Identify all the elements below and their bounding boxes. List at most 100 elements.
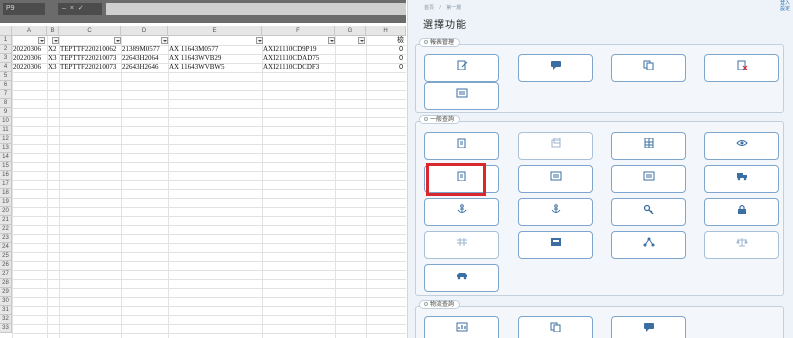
table-cell[interactable]: 0 <box>367 54 403 63</box>
column-header-f[interactable]: F <box>262 26 335 36</box>
row-header[interactable]: 27 <box>0 270 12 279</box>
function-tile[interactable] <box>704 231 779 259</box>
table-cell[interactable]: 0 <box>367 45 403 54</box>
row-header[interactable]: 9 <box>0 108 12 117</box>
row-header[interactable]: 11 <box>0 126 12 135</box>
row-header[interactable]: 1 <box>0 36 12 45</box>
function-tile[interactable] <box>518 165 593 193</box>
row-header[interactable]: 28 <box>0 279 12 288</box>
function-tile[interactable] <box>611 165 686 193</box>
table-cell[interactable]: 22643H2646 <box>122 63 168 72</box>
row-header[interactable]: 8 <box>0 99 12 108</box>
function-tile[interactable] <box>611 132 686 160</box>
function-tile[interactable] <box>704 132 779 160</box>
table-cell[interactable]: X2 <box>48 45 59 54</box>
row-header[interactable]: 3 <box>0 54 12 63</box>
filter-dropdown-icon[interactable] <box>114 37 121 44</box>
row-header[interactable]: 22 <box>0 225 12 234</box>
column-header-e[interactable]: E <box>168 26 262 36</box>
function-tile[interactable] <box>424 316 499 338</box>
table-cell[interactable]: 20220306 <box>13 63 47 72</box>
function-tile[interactable] <box>611 316 686 338</box>
table-cell[interactable]: AX 11643WVBW5 <box>169 63 262 72</box>
table-cell[interactable]: AXI21110CD9P19 <box>263 45 335 54</box>
table-cell[interactable]: TEPTTF220210073 <box>60 63 121 72</box>
function-tile[interactable] <box>611 231 686 259</box>
row-header[interactable]: 13 <box>0 144 12 153</box>
function-tile[interactable] <box>424 264 499 292</box>
function-tile[interactable] <box>424 132 499 160</box>
column-header-h[interactable]: H <box>366 26 406 36</box>
filter-dropdown-icon[interactable] <box>38 37 45 44</box>
table-cell[interactable]: AX 11643WVB29 <box>169 54 262 63</box>
function-tile[interactable] <box>518 231 593 259</box>
table-cell[interactable]: X3 <box>48 63 59 72</box>
function-tile[interactable] <box>704 54 779 82</box>
function-tile[interactable] <box>518 316 593 338</box>
select-all-corner[interactable] <box>0 26 12 36</box>
corner-link[interactable]: 設定 <box>780 6 790 12</box>
formula-controls[interactable]: – × ✓ <box>58 3 102 15</box>
column-header-c[interactable]: C <box>59 26 121 36</box>
filter-dropdown-icon[interactable] <box>256 37 263 44</box>
filter-dropdown-icon[interactable] <box>358 37 365 44</box>
row-header[interactable]: 12 <box>0 135 12 144</box>
row-header[interactable]: 16 <box>0 171 12 180</box>
row-header[interactable]: 33 <box>0 324 12 333</box>
function-tile[interactable] <box>424 54 499 82</box>
table-cell[interactable]: AX 11643M0577 <box>169 45 262 54</box>
table-cell[interactable]: X3 <box>48 54 59 63</box>
function-tile[interactable] <box>611 54 686 82</box>
row-header[interactable]: 2 <box>0 45 12 54</box>
row-header[interactable]: 6 <box>0 81 12 90</box>
row-header[interactable]: 19 <box>0 198 12 207</box>
table-cell[interactable]: 21389M0577 <box>122 45 168 54</box>
name-box[interactable]: P9 <box>3 3 45 15</box>
table-cell[interactable]: TEPTTF220210073 <box>60 54 121 63</box>
table-cell[interactable]: AXI21110CDCDF3 <box>263 63 335 72</box>
column-header-b[interactable]: B <box>47 26 59 36</box>
function-tile[interactable] <box>518 54 593 82</box>
table-cell[interactable]: AXI21110CDAD75 <box>263 54 335 63</box>
table-cell[interactable]: TEPTTF220210062 <box>60 45 121 54</box>
table-cell[interactable]: 22643H2064 <box>122 54 168 63</box>
filter-dropdown-icon[interactable] <box>328 37 335 44</box>
row-header[interactable]: 15 <box>0 162 12 171</box>
column-header-d[interactable]: D <box>121 26 168 36</box>
row-header[interactable]: 10 <box>0 117 12 126</box>
function-tile[interactable] <box>518 132 593 160</box>
row-header[interactable]: 20 <box>0 207 12 216</box>
column-header-a[interactable]: A <box>12 26 47 36</box>
row-header[interactable]: 23 <box>0 234 12 243</box>
function-tile[interactable] <box>424 82 499 110</box>
breadcrumb-item[interactable]: 第一層 <box>446 5 461 11</box>
row-header[interactable]: 17 <box>0 180 12 189</box>
row-header[interactable]: 24 <box>0 243 12 252</box>
function-tile[interactable] <box>518 198 593 226</box>
table-cell[interactable]: 20220306 <box>13 45 47 54</box>
row-header[interactable]: 7 <box>0 90 12 99</box>
row-header[interactable]: 4 <box>0 63 12 72</box>
row-header[interactable]: 21 <box>0 216 12 225</box>
table-cell[interactable]: 0 <box>367 63 403 72</box>
column-header-g[interactable]: G <box>335 26 366 36</box>
row-header[interactable]: 29 <box>0 288 12 297</box>
row-header[interactable]: 30 <box>0 297 12 306</box>
row-header[interactable]: 25 <box>0 252 12 261</box>
function-tile[interactable] <box>424 198 499 226</box>
row-header[interactable]: 18 <box>0 189 12 198</box>
function-tile[interactable] <box>611 198 686 226</box>
table-cell[interactable]: 20220306 <box>13 54 47 63</box>
row-header[interactable]: 32 <box>0 315 12 324</box>
function-tile[interactable] <box>704 165 779 193</box>
row-header[interactable]: 5 <box>0 72 12 81</box>
row-header[interactable]: 26 <box>0 261 12 270</box>
row-header[interactable]: 31 <box>0 306 12 315</box>
filter-dropdown-icon[interactable] <box>161 37 168 44</box>
breadcrumb-item[interactable]: 首頁 <box>424 5 434 11</box>
row-header[interactable]: 14 <box>0 153 12 162</box>
function-tile[interactable] <box>424 231 499 259</box>
function-tile[interactable] <box>704 198 779 226</box>
filter-dropdown-icon[interactable] <box>52 37 59 44</box>
formula-input[interactable] <box>106 3 406 15</box>
